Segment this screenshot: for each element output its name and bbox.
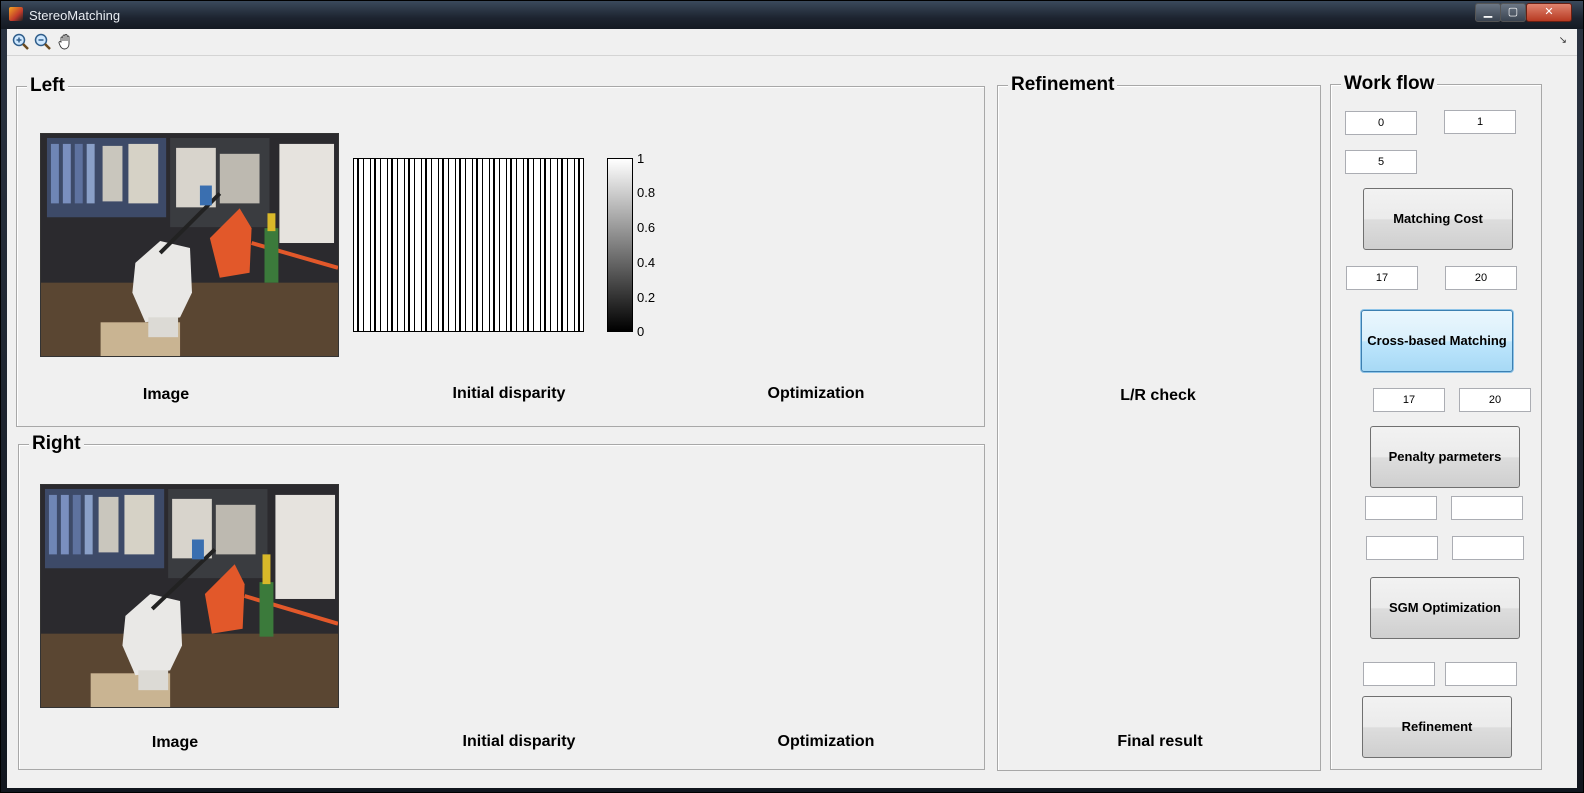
left-image [40, 133, 339, 357]
param-field[interactable]: 17 [1346, 266, 1418, 290]
sgm-optimization-button[interactable]: SGM Optimization [1370, 577, 1520, 639]
param-field[interactable]: 1 [1444, 110, 1516, 134]
param-field[interactable]: 17 [1373, 388, 1445, 412]
workflow-panel-title: Work flow [1341, 73, 1438, 95]
colorbar-tick: 0.4 [637, 255, 656, 270]
refinement-panel-title: Refinement [1008, 74, 1118, 96]
dock-arrow-icon[interactable]: ↘ [1559, 35, 1567, 46]
cross-based-matching-button[interactable]: Cross-based Matching [1361, 310, 1513, 372]
left-panel: Left 1 0.8 0.6 0.4 0.2 0 Image Initial d… [16, 75, 985, 427]
param-field[interactable]: 0 [1345, 111, 1417, 135]
right-panel: Right Image Initial disparity Optimizati… [18, 433, 985, 770]
lr-check-caption: L/R check [1120, 387, 1196, 404]
final-result-caption: Final result [1117, 733, 1203, 750]
param-field[interactable] [1445, 662, 1517, 686]
figure-client-area: ↘ Left 1 0.8 0.6 0.4 0.2 0 Image Initial… [7, 29, 1577, 788]
left-image-caption: Image [142, 386, 190, 403]
left-panel-title: Left [27, 75, 68, 97]
colorbar-tick: 0.6 [637, 220, 656, 235]
right-image-caption: Image [151, 734, 199, 751]
figure-toolbar: ↘ [7, 29, 1577, 56]
close-button[interactable]: ✕ [1526, 3, 1572, 22]
right-image [40, 484, 339, 708]
zoom-out-icon[interactable] [33, 32, 53, 52]
param-field[interactable] [1366, 536, 1438, 560]
right-initial-disparity-caption: Initial disparity [462, 733, 576, 750]
right-optimization-caption: Optimization [777, 733, 875, 750]
left-initial-disparity-map [353, 158, 584, 332]
minimize-button[interactable]: ▁ [1475, 3, 1501, 22]
param-field[interactable] [1451, 496, 1523, 520]
zoom-in-icon[interactable] [11, 32, 31, 52]
app-window: StereoMatching ▁ ▢ ✕ ↘ Left 1 0.8 0.6 0.… [0, 0, 1584, 793]
refinement-panel: Refinement L/R check Final result [997, 74, 1321, 771]
param-field[interactable] [1452, 536, 1524, 560]
colorbar-tick: 0.8 [637, 185, 656, 200]
colorbar-tick: 0 [637, 324, 645, 339]
disparity-colorbar [607, 158, 633, 332]
title-bar[interactable]: StereoMatching ▁ ▢ ✕ [1, 1, 1583, 29]
left-initial-disparity-caption: Initial disparity [452, 385, 566, 402]
workflow-panel: Work flow 0 1 5 Matching Cost 17 20 Cros… [1330, 73, 1542, 770]
refinement-button[interactable]: Refinement [1362, 696, 1512, 758]
param-field[interactable]: 20 [1445, 266, 1517, 290]
colorbar-tick: 0.2 [637, 290, 656, 305]
param-field[interactable] [1363, 662, 1435, 686]
matching-cost-button[interactable]: Matching Cost [1363, 188, 1513, 250]
window-title: StereoMatching [29, 8, 121, 23]
right-panel-title: Right [29, 433, 84, 455]
param-field[interactable]: 20 [1459, 388, 1531, 412]
left-optimization-caption: Optimization [767, 385, 865, 402]
param-field[interactable] [1365, 496, 1437, 520]
penalty-parameters-button[interactable]: Penalty parmeters [1370, 426, 1520, 488]
colorbar-tick: 1 [637, 151, 645, 166]
maximize-button[interactable]: ▢ [1500, 3, 1526, 22]
matlab-app-icon [9, 7, 23, 21]
pan-hand-icon[interactable] [56, 32, 76, 52]
param-field[interactable]: 5 [1345, 150, 1417, 174]
